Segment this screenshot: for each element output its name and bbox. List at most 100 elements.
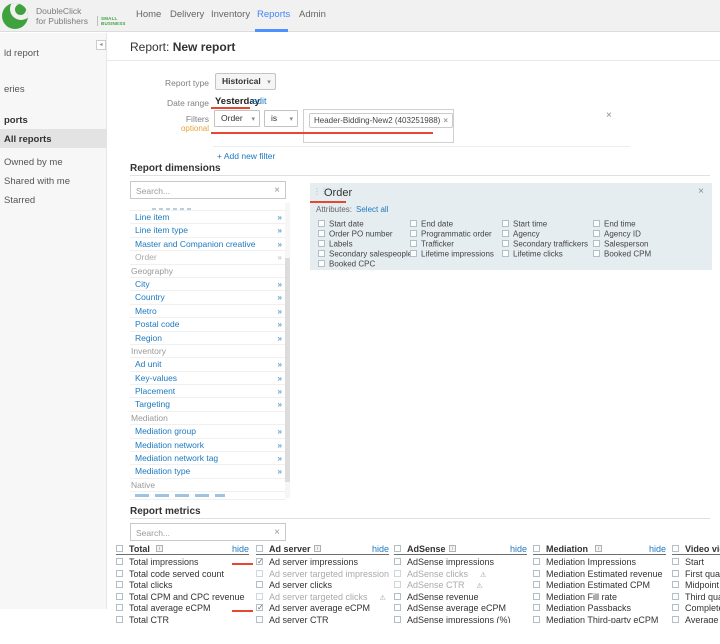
dimension-key-values[interactable]: Key-values»	[130, 372, 286, 385]
column-select-checkbox[interactable]	[116, 545, 123, 552]
checkbox-mediation-third-party-ecpm[interactable]	[533, 616, 540, 623]
column-select-checkbox[interactable]	[533, 545, 540, 552]
checkbox-video-first-quartile[interactable]	[672, 570, 679, 577]
chevron-right-icon[interactable]: »	[278, 211, 282, 224]
checkbox-adsense-revenue[interactable]	[394, 593, 401, 600]
chevron-right-icon[interactable]: »	[278, 358, 282, 371]
column-select-checkbox[interactable]	[256, 545, 263, 552]
checkbox-ad-server-average-ecpm[interactable]	[256, 604, 263, 611]
nav-tab-delivery[interactable]: Delivery	[170, 9, 204, 20]
chevron-right-icon[interactable]: »	[278, 332, 282, 345]
dimension-postal-code[interactable]: Postal code»	[130, 318, 286, 331]
dimension-metro[interactable]: Metro»	[130, 305, 286, 318]
checkbox-total-impressions[interactable]	[116, 558, 123, 565]
metrics-search-input[interactable]	[136, 526, 266, 539]
checkbox-total-clicks[interactable]	[116, 581, 123, 588]
checkbox-total-code-served-count[interactable]	[116, 570, 123, 577]
checkbox-ad-server-ctr[interactable]	[256, 616, 263, 623]
clear-search-icon[interactable]: ×	[274, 527, 280, 538]
sidebar-item-starred[interactable]: Starred	[4, 195, 35, 206]
chevron-right-icon[interactable]: »	[278, 305, 282, 318]
chevron-right-icon[interactable]: »	[278, 291, 282, 304]
add-new-filter-link[interactable]: + Add new filter	[217, 151, 275, 161]
date-range-edit-link[interactable]: edit	[252, 96, 267, 106]
checkbox-total-average-ecpm[interactable]	[116, 604, 123, 611]
chevron-right-icon[interactable]: »	[278, 385, 282, 398]
checkbox-adsense-impressions-pct[interactable]	[394, 616, 401, 623]
chevron-right-icon[interactable]: »	[278, 278, 282, 291]
dimension-line-item-type[interactable]: Line item type»	[130, 224, 286, 237]
dimension-region[interactable]: Region»	[130, 332, 286, 345]
dimension-mediation-group[interactable]: Mediation group»	[130, 425, 286, 438]
checkbox-video-average-view[interactable]	[672, 616, 679, 623]
remove-filter-icon[interactable]: ×	[606, 111, 612, 121]
filter-token-chip[interactable]: Header-Bidding-New2 (403251988)×	[309, 113, 453, 128]
chevron-right-icon[interactable]: »	[278, 425, 282, 438]
checkbox-booked-cpc[interactable]	[318, 260, 325, 267]
clear-search-icon[interactable]: ×	[274, 185, 280, 196]
chevron-right-icon[interactable]: »	[278, 452, 282, 465]
checkbox-video-third-quartile[interactable]	[672, 593, 679, 600]
checkbox-ad-server-clicks[interactable]	[256, 581, 263, 588]
checkbox-total-cpm-cpc-revenue[interactable]	[116, 593, 123, 600]
checkbox-mediation-fill-rate[interactable]	[533, 593, 540, 600]
sidebar-item-owned-by-me[interactable]: Owned by me	[4, 157, 63, 168]
filter-value-input[interactable]: Header-Bidding-New2 (403251988)×	[303, 109, 454, 143]
sidebar-item-build-report[interactable]: ld report	[4, 48, 39, 59]
checkbox-video-complete[interactable]	[672, 604, 679, 611]
chevron-right-icon[interactable]: »	[278, 465, 282, 478]
checkbox-adsense-impressions[interactable]	[394, 558, 401, 565]
dimensions-search-input[interactable]	[136, 184, 266, 197]
checkbox-video-midpoint[interactable]	[672, 581, 679, 588]
dimension-line-item[interactable]: Line item»	[130, 211, 286, 224]
dimension-ad-unit[interactable]: Ad unit»	[130, 358, 286, 371]
checkbox-ad-server-impressions[interactable]	[256, 558, 263, 565]
sidebar-collapse-icon[interactable]: ◂	[96, 40, 106, 50]
column-select-checkbox[interactable]	[672, 545, 679, 552]
token-remove-icon[interactable]: ×	[443, 116, 448, 125]
hide-column-link[interactable]: hide	[510, 544, 527, 554]
filter-field-select[interactable]: Order ▾	[214, 110, 260, 127]
checkbox-total-ctr[interactable]	[116, 616, 123, 623]
sidebar-item-all-reports[interactable]: All reports	[4, 134, 52, 145]
checkbox-mediation-estimated-revenue[interactable]	[533, 570, 540, 577]
dimensions-scrollbar-thumb[interactable]	[285, 258, 290, 482]
dimensions-search[interactable]: ×	[130, 181, 286, 199]
close-panel-icon[interactable]: ×	[698, 186, 704, 197]
checkbox-mediation-estimated-cpm[interactable]	[533, 581, 540, 588]
hide-column-link[interactable]: hide	[372, 544, 389, 554]
checkbox-mediation-impressions[interactable]	[533, 558, 540, 565]
report-type-dropdown[interactable]: Historical ▾	[215, 73, 276, 90]
sidebar-item-shared-with-me[interactable]: Shared with me	[4, 176, 70, 187]
filter-operator-select[interactable]: is ▾	[264, 110, 298, 127]
chevron-right-icon[interactable]: »	[278, 318, 282, 331]
dimension-mediation-type[interactable]: Mediation type»	[130, 465, 286, 478]
checkbox-lifetime-impressions[interactable]	[410, 250, 417, 257]
nav-tab-admin[interactable]: Admin	[299, 9, 326, 20]
chevron-right-icon[interactable]: »	[278, 224, 282, 237]
dimension-placement[interactable]: Placement»	[130, 385, 286, 398]
dimension-master-companion-creative[interactable]: Master and Companion creative»	[130, 238, 286, 251]
sidebar-item-queries[interactable]: eries	[4, 84, 25, 95]
nav-tab-home[interactable]: Home	[136, 9, 161, 20]
nav-tab-inventory[interactable]: Inventory	[211, 9, 250, 20]
checkbox-video-start[interactable]	[672, 558, 679, 565]
dimension-country[interactable]: Country»	[130, 291, 286, 304]
dimension-city[interactable]: City»	[130, 278, 286, 291]
hide-column-link[interactable]: hide	[649, 544, 666, 554]
checkbox-adsense-average-ecpm[interactable]	[394, 604, 401, 611]
nav-tab-reports[interactable]: Reports	[257, 9, 290, 20]
chevron-right-icon[interactable]: »	[278, 372, 282, 385]
dimension-targeting[interactable]: Targeting»	[130, 398, 286, 411]
select-all-link[interactable]: Select all	[356, 205, 388, 214]
dimension-mediation-network-tag[interactable]: Mediation network tag»	[130, 452, 286, 465]
metrics-search[interactable]: ×	[130, 523, 286, 541]
checkbox-lifetime-clicks[interactable]	[502, 250, 509, 257]
chevron-right-icon[interactable]: »	[278, 439, 282, 452]
column-select-checkbox[interactable]	[394, 545, 401, 552]
checkbox-booked-cpm[interactable]	[593, 250, 600, 257]
chevron-right-icon[interactable]: »	[278, 398, 282, 411]
dimension-mediation-network[interactable]: Mediation network»	[130, 439, 286, 452]
checkbox-mediation-passbacks[interactable]	[533, 604, 540, 611]
hide-column-link[interactable]: hide	[232, 544, 249, 554]
